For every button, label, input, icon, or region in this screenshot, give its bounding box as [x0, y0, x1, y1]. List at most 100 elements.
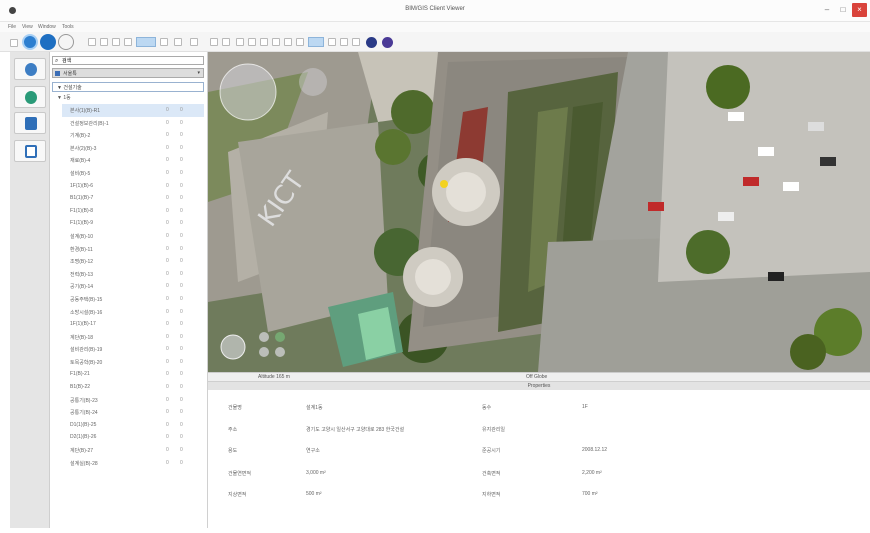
lock-toggle[interactable]: 0: [180, 208, 183, 214]
lock-toggle[interactable]: 0: [180, 460, 183, 466]
close-button[interactable]: ×: [852, 3, 867, 17]
lock-toggle[interactable]: 0: [180, 132, 183, 138]
tree-item[interactable]: 조명(B)-12 0 0: [62, 255, 204, 268]
tree-item[interactable]: 공기(B)-14 0 0: [62, 280, 204, 293]
visibility-toggle[interactable]: 0: [166, 359, 169, 365]
lock-toggle[interactable]: 0: [180, 220, 183, 226]
lock-toggle[interactable]: 0: [180, 233, 183, 239]
visibility-toggle[interactable]: 0: [166, 321, 169, 327]
toolbar-button-5[interactable]: [160, 38, 168, 46]
play-icon[interactable]: [382, 37, 393, 48]
toolbar-button-18[interactable]: [352, 38, 360, 46]
visibility-toggle[interactable]: 0: [166, 346, 169, 352]
visibility-toggle[interactable]: 0: [166, 447, 169, 453]
menu-window[interactable]: Window: [38, 24, 56, 30]
tree-root[interactable]: ▼ 건설기술: [52, 82, 204, 92]
rail-globe-button[interactable]: [14, 58, 46, 80]
rail-earth-button[interactable]: [14, 86, 46, 108]
lock-toggle[interactable]: 0: [180, 258, 183, 264]
maximize-button[interactable]: □: [836, 3, 850, 17]
visibility-toggle[interactable]: 0: [166, 220, 169, 226]
tree-item[interactable]: 전력(B)-13 0 0: [62, 268, 204, 281]
tree-item[interactable]: 건설정보관리(B)-1 0 0: [62, 117, 204, 130]
selected-tool-button[interactable]: [136, 37, 156, 47]
visibility-toggle[interactable]: 0: [166, 309, 169, 315]
tree-item[interactable]: B1(B)-22 0 0: [62, 381, 204, 394]
tree-item[interactable]: F1(1)(B)-9 0 0: [62, 217, 204, 230]
search-input[interactable]: [62, 57, 202, 64]
tree-item[interactable]: B1(1)(B)-7 0 0: [62, 192, 204, 205]
lock-toggle[interactable]: 0: [180, 183, 183, 189]
menu-tools[interactable]: Tools: [62, 24, 74, 30]
visibility-toggle[interactable]: 0: [166, 157, 169, 163]
lock-toggle[interactable]: 0: [180, 170, 183, 176]
visibility-toggle[interactable]: 0: [166, 422, 169, 428]
toolbar-button-1[interactable]: [88, 38, 96, 46]
globe-tool-icon[interactable]: [22, 34, 38, 50]
lock-toggle[interactable]: 0: [180, 371, 183, 377]
visibility-toggle[interactable]: 0: [166, 120, 169, 126]
lock-toggle[interactable]: 0: [180, 447, 183, 453]
visibility-toggle[interactable]: 0: [166, 183, 169, 189]
navigate-tool-icon[interactable]: [40, 34, 56, 50]
lock-toggle[interactable]: 0: [180, 296, 183, 302]
lock-toggle[interactable]: 0: [180, 271, 183, 277]
tree-item[interactable]: F1(1)(B)-8 0 0: [62, 205, 204, 218]
toolbar-button-10[interactable]: [236, 38, 244, 46]
tree-item[interactable]: 설비(B)-5 0 0: [62, 167, 204, 180]
tree-item[interactable]: 설계(B)-10 0 0: [62, 230, 204, 243]
tree-sub-node[interactable]: ▼ 1동: [57, 94, 71, 101]
lock-toggle[interactable]: 0: [180, 145, 183, 151]
visibility-toggle[interactable]: 0: [166, 195, 169, 201]
lock-toggle[interactable]: 0: [180, 434, 183, 440]
search-box[interactable]: ⌕: [52, 56, 204, 65]
menu-view[interactable]: View: [22, 24, 33, 30]
tree-item[interactable]: 기계(B)-2 0 0: [62, 129, 204, 142]
visibility-toggle[interactable]: 0: [166, 258, 169, 264]
person-tool-icon[interactable]: [58, 34, 74, 50]
visibility-toggle[interactable]: 0: [166, 233, 169, 239]
lock-toggle[interactable]: 0: [180, 120, 183, 126]
toolbar-button-11[interactable]: [248, 38, 256, 46]
visibility-toggle[interactable]: 0: [166, 246, 169, 252]
menu-file[interactable]: File: [8, 24, 16, 30]
tree-item[interactable]: 계단(B)-18 0 0: [62, 331, 204, 344]
tree-item[interactable]: 1F(1)(B)-17 0 0: [62, 318, 204, 331]
toolbar-button-7[interactable]: [190, 38, 198, 46]
visibility-toggle[interactable]: 0: [166, 460, 169, 466]
tree-item[interactable]: D2(1)(B)-26 0 0: [62, 431, 204, 444]
layer-selector[interactable]: 서울특 ▾: [52, 68, 204, 78]
tree-item[interactable]: 설계실(B)-28 0 0: [62, 457, 204, 470]
visibility-toggle[interactable]: 0: [166, 334, 169, 340]
toolbar-button-13[interactable]: [272, 38, 280, 46]
lock-toggle[interactable]: 0: [180, 422, 183, 428]
tree-item[interactable]: D1(1)(B)-25 0 0: [62, 419, 204, 432]
map-view[interactable]: KICT: [208, 52, 870, 372]
toolbar-button-6[interactable]: [174, 38, 182, 46]
tree-item[interactable]: 본사(2)(B)-3 0 0: [62, 142, 204, 155]
lock-toggle[interactable]: 0: [180, 359, 183, 365]
record-icon[interactable]: [366, 37, 377, 48]
visibility-toggle[interactable]: 0: [166, 132, 169, 138]
toolbar-button-4[interactable]: [124, 38, 132, 46]
tree-item[interactable]: 1F(1)(B)-6 0 0: [62, 180, 204, 193]
lock-toggle[interactable]: 0: [180, 107, 183, 113]
lock-toggle[interactable]: 0: [180, 321, 183, 327]
home-icon[interactable]: [10, 39, 18, 47]
toolbar-button-8[interactable]: [210, 38, 218, 46]
tree-item[interactable]: 토목공학(B)-20 0 0: [62, 356, 204, 369]
toolbar-button-14[interactable]: [284, 38, 292, 46]
lock-toggle[interactable]: 0: [180, 283, 183, 289]
tree-item[interactable]: 공통기(B)-24 0 0: [62, 406, 204, 419]
visibility-toggle[interactable]: 0: [166, 296, 169, 302]
visibility-toggle[interactable]: 0: [166, 283, 169, 289]
toolbar-button-9[interactable]: [222, 38, 230, 46]
selected-view-button[interactable]: [308, 37, 324, 47]
aerial-imagery[interactable]: KICT: [208, 52, 870, 372]
tree-item[interactable]: 소방시설(B)-16 0 0: [62, 306, 204, 319]
toolbar-button-16[interactable]: [328, 38, 336, 46]
visibility-toggle[interactable]: 0: [166, 107, 169, 113]
lock-toggle[interactable]: 0: [180, 195, 183, 201]
visibility-toggle[interactable]: 0: [166, 397, 169, 403]
lock-toggle[interactable]: 0: [180, 334, 183, 340]
